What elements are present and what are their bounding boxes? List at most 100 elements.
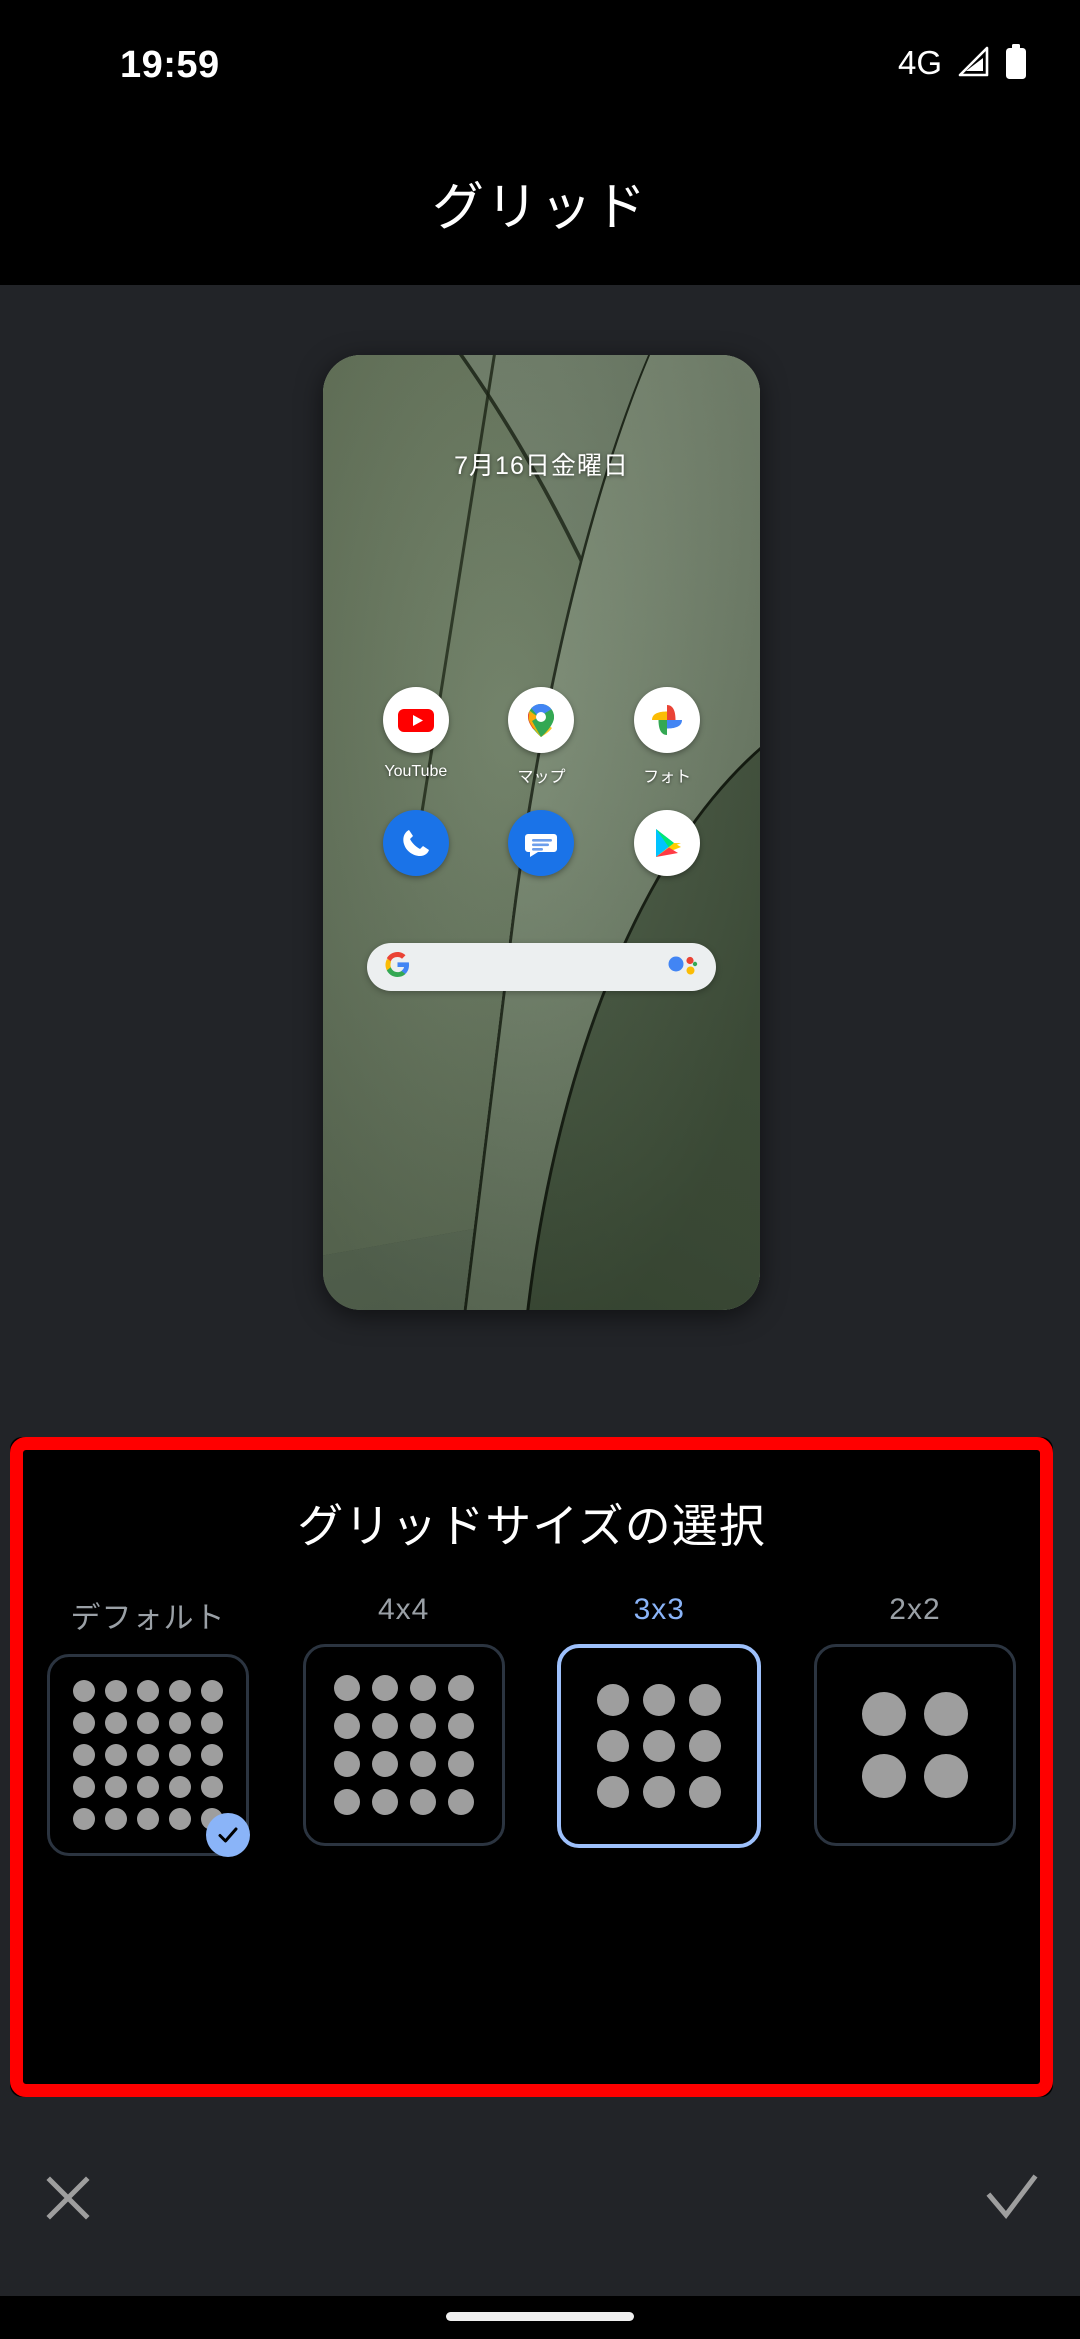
messages-icon (508, 810, 575, 876)
grid-dot (105, 1680, 127, 1702)
grid-option-3x3[interactable]: 3x3 (543, 1593, 775, 1856)
grid-option-card[interactable] (557, 1644, 762, 1848)
grid-dot (597, 1730, 630, 1762)
grid-dot (169, 1680, 191, 1702)
grid-dot (169, 1712, 191, 1734)
grid-option-4x4[interactable]: 4x4 (288, 1593, 520, 1856)
grid-option-card[interactable] (302, 1644, 505, 1846)
grid-dot (643, 1684, 676, 1716)
grid-dot (105, 1712, 127, 1734)
grid-dot (169, 1744, 191, 1766)
grid-dot (73, 1744, 95, 1766)
grid-dot (409, 1789, 436, 1815)
grid-dot (689, 1730, 722, 1762)
grid-dot (105, 1744, 127, 1766)
app-youtube[interactable]: YouTube (368, 687, 464, 787)
grid-dot (201, 1776, 223, 1798)
grid-dot (333, 1751, 360, 1777)
grid-dot (861, 1692, 906, 1736)
grid-dot (333, 1675, 360, 1701)
grid-dot (201, 1680, 223, 1702)
grid-dot (73, 1680, 95, 1702)
home-pill-indicator[interactable] (446, 2312, 634, 2321)
app-photos[interactable]: フォト (619, 687, 715, 787)
grid-option-card[interactable] (47, 1654, 250, 1857)
close-x-icon (46, 2176, 90, 2220)
system-navigation-bar (0, 2296, 1080, 2339)
grid-dot (137, 1712, 159, 1734)
google-maps-icon (508, 687, 575, 753)
grid-dot (923, 1754, 968, 1798)
grid-option-デフォルト[interactable]: デフォルト (32, 1593, 264, 1857)
app-row-1: YouTube マップ フォト (323, 687, 760, 787)
grid-option-label: デフォルト (70, 1602, 226, 1635)
grid-dot (73, 1712, 95, 1734)
youtube-icon (382, 687, 449, 753)
app-phone[interactable] (368, 810, 464, 886)
grid-dot (137, 1776, 159, 1798)
grid-dot (447, 1751, 474, 1777)
grid-panel-title: グリッドサイズの選択 (297, 1500, 766, 1552)
grid-dot (201, 1712, 223, 1734)
grid-dot (105, 1808, 127, 1830)
app-play-store[interactable] (619, 810, 715, 886)
grid-option-label: 2x2 (889, 1593, 941, 1626)
grid-dot (447, 1675, 474, 1701)
grid-option-label: 3x3 (633, 1593, 685, 1626)
grid-dot (169, 1776, 191, 1798)
app-label: YouTube (384, 763, 448, 780)
check-icon (218, 1827, 238, 1843)
grid-dot (409, 1751, 436, 1777)
google-search-bar[interactable] (367, 943, 716, 991)
grid-dot (447, 1789, 474, 1815)
grid-size-panel: グリッドサイズの選択 デフォルト 4x4 3x3 2x2 (10, 1437, 1053, 2097)
grid-dot (371, 1675, 398, 1701)
grid-dot (923, 1692, 968, 1736)
app-label: マップ (517, 769, 566, 786)
grid-dot-matrix (333, 1675, 474, 1815)
grid-option-card[interactable] (813, 1644, 1016, 1846)
selected-check-badge (206, 1813, 250, 1857)
grid-dot (333, 1713, 360, 1739)
grid-dot-matrix (597, 1684, 722, 1808)
battery-full-icon (1004, 44, 1028, 80)
phone-icon (382, 810, 449, 876)
grid-option-list: デフォルト 4x4 3x3 2x2 (23, 1593, 1040, 1857)
grid-dot (643, 1776, 676, 1808)
grid-dot (137, 1744, 159, 1766)
grid-dot-matrix (861, 1692, 968, 1798)
grid-dot (689, 1776, 722, 1808)
wallpaper-preview-area: 7月16日金曜日 YouTube マップ フォト (0, 285, 1080, 1440)
grid-dot (73, 1776, 95, 1798)
status-bar: 19:59 4G (0, 0, 1080, 120)
grid-option-label: 4x4 (377, 1593, 430, 1626)
app-label: フォト (643, 769, 692, 786)
grid-dot (333, 1789, 360, 1815)
check-icon (986, 2174, 1038, 2220)
grid-dot (137, 1808, 159, 1830)
status-clock: 19:59 (120, 44, 220, 86)
grid-dot (201, 1744, 223, 1766)
app-messages[interactable] (493, 810, 589, 886)
grid-dot (409, 1713, 436, 1739)
app-maps[interactable]: マップ (493, 687, 589, 787)
grid-dot (447, 1713, 474, 1739)
google-assistant-icon[interactable] (668, 954, 698, 981)
grid-dot (597, 1776, 630, 1808)
grid-option-2x2[interactable]: 2x2 (799, 1593, 1031, 1856)
network-type-label: 4G (897, 43, 942, 81)
home-screen-preview[interactable]: 7月16日金曜日 YouTube マップ フォト (323, 355, 760, 1310)
grid-dot (371, 1789, 398, 1815)
status-indicators: 4G (898, 44, 1028, 80)
play-store-icon (634, 810, 701, 876)
grid-dot (137, 1680, 159, 1702)
google-photos-icon (634, 687, 701, 753)
grid-dot (169, 1808, 191, 1830)
grid-dot (371, 1751, 398, 1777)
grid-dot (689, 1684, 722, 1716)
confirm-button[interactable] (966, 2152, 1058, 2244)
cancel-button[interactable] (22, 2152, 114, 2244)
grid-dot (73, 1808, 95, 1830)
grid-dot (861, 1754, 906, 1798)
grid-dot (105, 1776, 127, 1798)
